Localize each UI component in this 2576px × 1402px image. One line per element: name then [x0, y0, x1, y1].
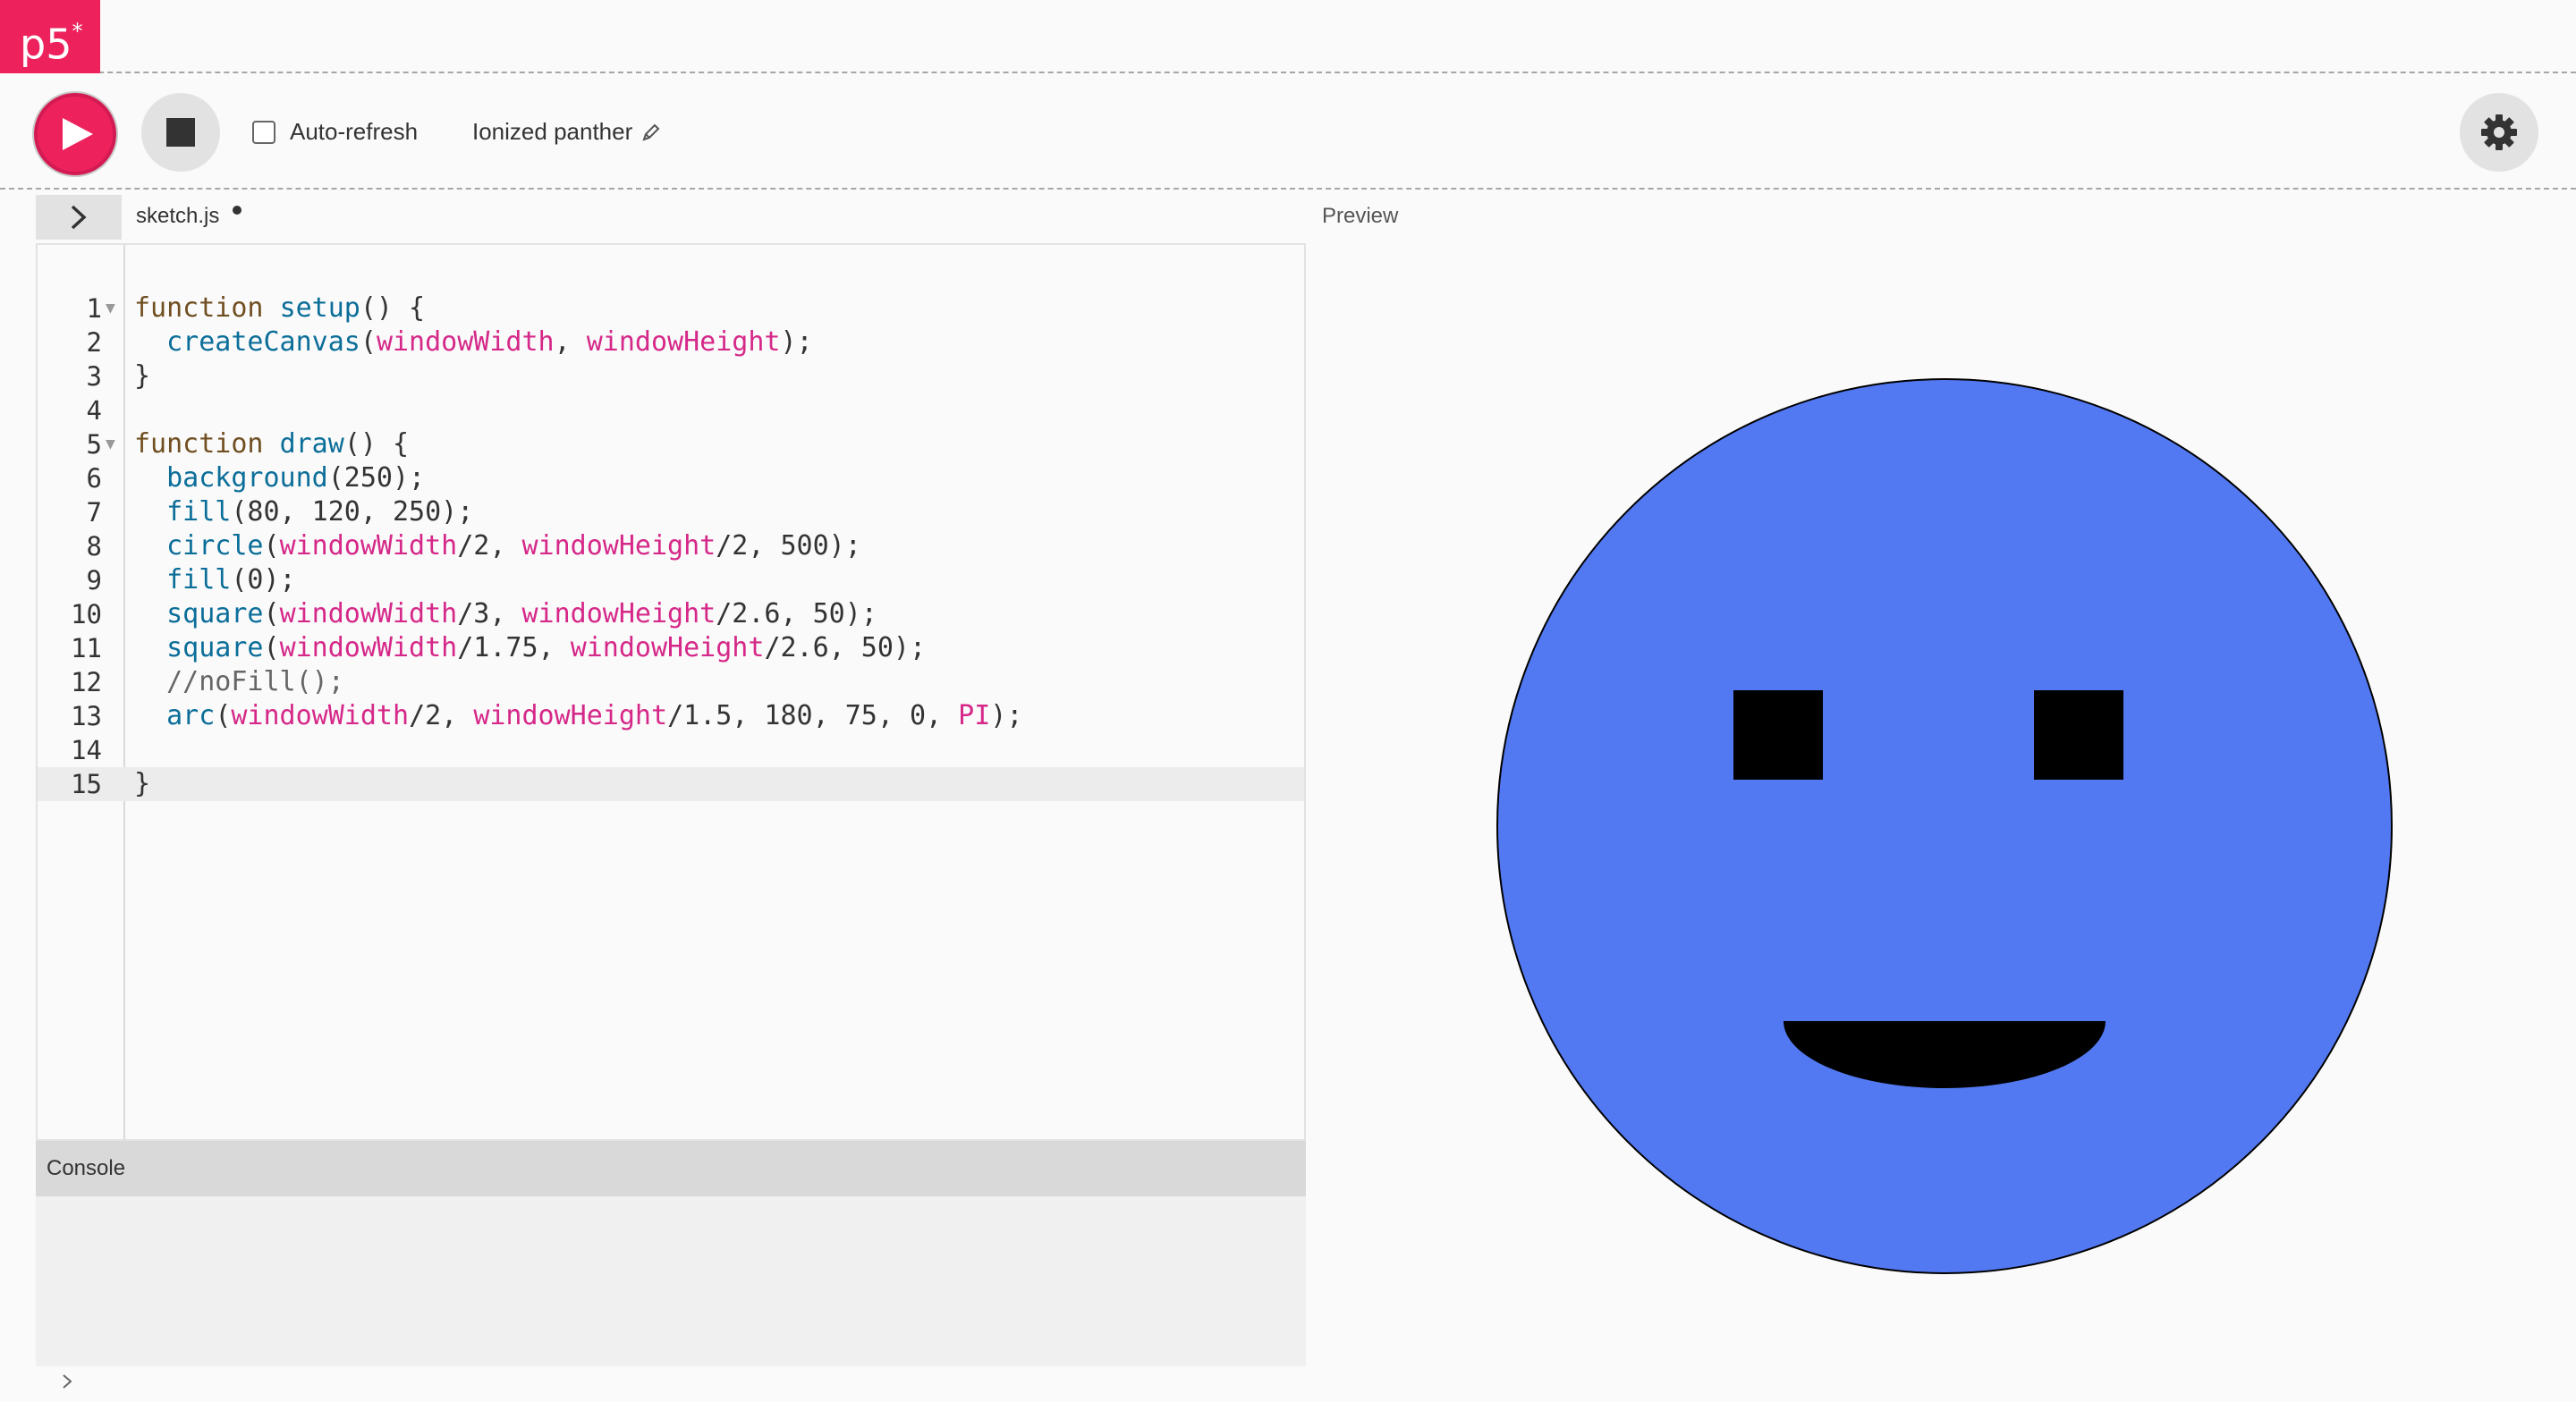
code-text: //noFill();	[134, 666, 344, 697]
line-number: 10	[71, 599, 102, 629]
logo-asterisk: *	[72, 19, 83, 44]
line-number: 4	[86, 395, 102, 426]
code-text: square(windowWidth/1.75, windowHeight/2.…	[166, 632, 927, 663]
code-line[interactable]: 10 square(windowWidth/3, windowHeight/2.…	[38, 597, 1304, 631]
line-number: 7	[86, 497, 102, 528]
code-line[interactable]: 5 ▼ function draw() {	[38, 427, 1304, 461]
chevron-right-icon	[63, 1374, 72, 1389]
code-line[interactable]: 3}	[38, 359, 1304, 393]
code-text: function setup() {	[134, 292, 426, 324]
console-output	[36, 1196, 1306, 1366]
line-number: 9	[86, 565, 102, 595]
project-name[interactable]: Ionized panther	[472, 118, 661, 146]
console-header[interactable]: Console	[36, 1141, 1306, 1196]
file-tab-sketch[interactable]: sketch.js	[136, 204, 219, 229]
gear-icon	[2481, 114, 2517, 150]
face-circle	[1496, 378, 2393, 1274]
code-line[interactable]: 9 fill(0);	[38, 563, 1304, 597]
code-editor[interactable]: 1 ▼ function setup() {2 createCanvas(windo…	[36, 243, 1306, 1141]
code-text: }	[134, 360, 151, 392]
settings-button[interactable]	[2460, 93, 2538, 172]
sketch-preview[interactable]	[1311, 243, 2576, 1402]
code-line[interactable]: 4	[38, 393, 1304, 427]
line-number: 11	[71, 633, 102, 663]
code-line[interactable]: 14	[38, 733, 1304, 767]
line-number: 13	[71, 701, 102, 731]
chevron-right-icon	[71, 205, 87, 230]
code-text: background(250);	[166, 462, 426, 494]
line-number: 12	[71, 667, 102, 697]
line-number: 6	[86, 463, 102, 494]
left-eye	[1733, 690, 1823, 780]
line-number: 5	[86, 429, 102, 460]
code-line[interactable]: 1 ▼ function setup() {	[38, 291, 1304, 325]
play-icon	[63, 118, 93, 150]
fold-arrow-icon[interactable]: ▼	[106, 291, 115, 325]
code-text: arc(windowWidth/2, windowHeight/1.5, 180…	[166, 700, 1023, 731]
code-text: fill(0);	[166, 564, 296, 595]
line-number: 3	[86, 361, 102, 392]
unsaved-indicator	[233, 206, 242, 215]
code-text: circle(windowWidth/2, windowHeight/2, 50…	[166, 530, 861, 562]
auto-refresh-control: Auto-refresh	[252, 118, 418, 146]
sketch-canvas	[1496, 378, 2393, 1274]
code-text: function draw() {	[134, 428, 410, 460]
code-line[interactable]: 12 //noFill();	[38, 665, 1304, 699]
line-number: 1	[86, 293, 102, 324]
line-number: 14	[71, 735, 102, 765]
sidebar-toggle-button[interactable]	[36, 195, 122, 240]
stop-button[interactable]	[141, 93, 220, 172]
code-line[interactable]: 11 square(windowWidth/1.75, windowHeight…	[38, 631, 1304, 665]
code-text: fill(80, 120, 250);	[166, 496, 474, 528]
code-line[interactable]: 7 fill(80, 120, 250);	[38, 495, 1304, 529]
code-text: }	[134, 768, 151, 799]
code-line[interactable]: 6 background(250);	[38, 461, 1304, 495]
line-number: 15	[71, 769, 102, 799]
stop-icon	[166, 118, 195, 147]
code-line[interactable]: 13 arc(windowWidth/2, windowHeight/1.5, …	[38, 699, 1304, 733]
p5-logo[interactable]: p5*	[0, 0, 100, 73]
code-line[interactable]: 15}	[38, 767, 1304, 801]
fold-arrow-icon[interactable]: ▼	[106, 427, 115, 461]
code-lines: 1 ▼ function setup() {2 createCanvas(windo…	[38, 291, 1304, 801]
project-name-text[interactable]: Ionized panther	[472, 118, 632, 146]
console-input[interactable]	[36, 1366, 1306, 1402]
toolbar: Auto-refresh Ionized panther	[0, 75, 2576, 190]
code-text: createCanvas(windowWidth, windowHeight);	[166, 326, 813, 358]
line-number: 2	[86, 327, 102, 358]
right-eye	[2034, 690, 2123, 780]
auto-refresh-label[interactable]: Auto-refresh	[290, 118, 418, 146]
play-button[interactable]	[34, 93, 116, 175]
logo-text: p5	[20, 20, 72, 69]
pencil-icon[interactable]	[641, 122, 661, 142]
code-line[interactable]: 2 createCanvas(windowWidth, windowHeight…	[38, 325, 1304, 359]
auto-refresh-checkbox[interactable]	[252, 120, 275, 144]
code-text: square(windowWidth/3, windowHeight/2.6, …	[166, 598, 877, 629]
line-number: 8	[86, 531, 102, 562]
code-line[interactable]: 8 circle(windowWidth/2, windowHeight/2, …	[38, 529, 1304, 563]
preview-label: Preview	[1322, 204, 1399, 228]
top-nav: p5*	[0, 0, 2576, 73]
